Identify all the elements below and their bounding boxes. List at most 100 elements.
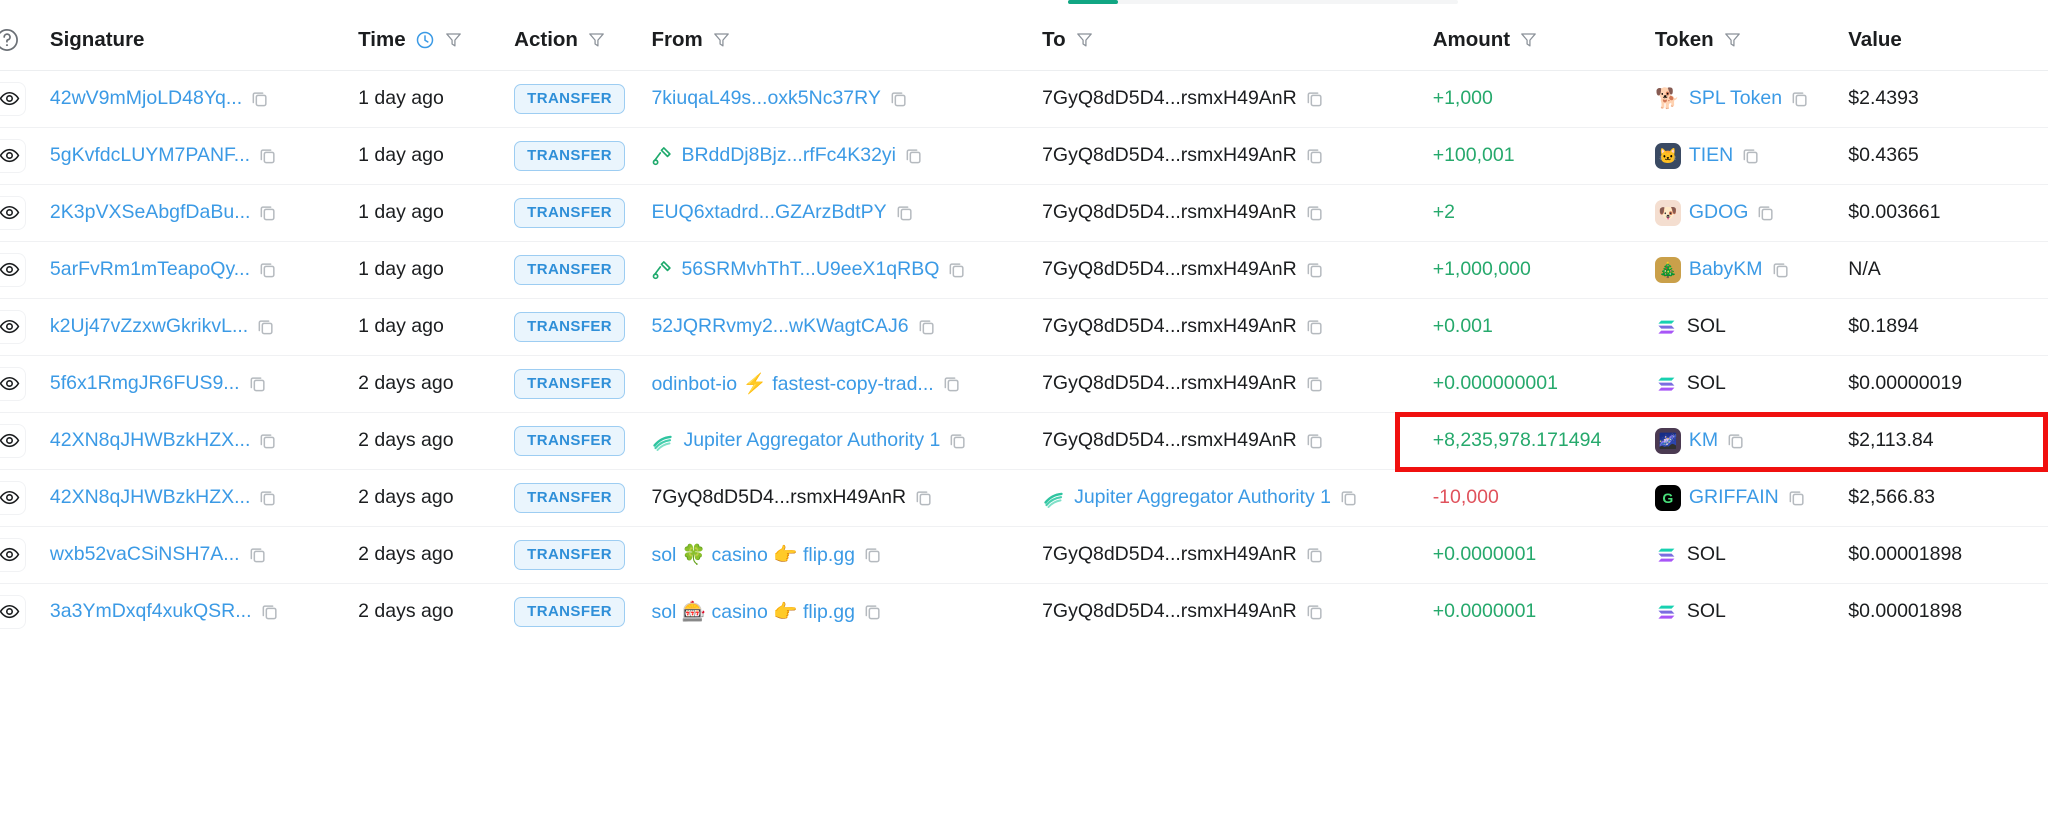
copy-icon[interactable]: [895, 203, 914, 222]
signature-link[interactable]: 3a3YmDxqf4xukQSR...: [50, 600, 252, 623]
eye-icon[interactable]: [0, 537, 26, 572]
signature-link[interactable]: 5f6x1RmgJR6FUS9...: [50, 372, 240, 395]
clock-icon[interactable]: [415, 30, 435, 50]
token-symbol[interactable]: GDOG: [1689, 201, 1749, 224]
copy-icon[interactable]: [947, 260, 966, 279]
action-badge[interactable]: TRANSFER: [514, 596, 626, 627]
eye-icon[interactable]: [0, 195, 26, 230]
copy-icon[interactable]: [258, 146, 277, 165]
address-link[interactable]: EUQ6xtadrd...GZArzBdtPY: [651, 201, 886, 224]
action-badge[interactable]: TRANSFER: [514, 197, 626, 228]
copy-icon[interactable]: [1339, 488, 1358, 507]
header-time[interactable]: Time: [358, 10, 515, 71]
copy-icon[interactable]: [1305, 374, 1324, 393]
copy-icon[interactable]: [258, 488, 277, 507]
address-link[interactable]: Jupiter Aggregator Authority 1: [683, 429, 940, 452]
copy-icon[interactable]: [863, 545, 882, 564]
copy-icon[interactable]: [256, 317, 275, 336]
copy-icon[interactable]: [917, 317, 936, 336]
table-row[interactable]: 42XN8qJHWBzkHZX... 2 days ago TRANSFER 7GyQ…: [0, 469, 2048, 527]
eye-icon[interactable]: [0, 366, 26, 401]
copy-icon[interactable]: [258, 203, 277, 222]
filter-icon[interactable]: [712, 30, 731, 49]
header-token[interactable]: Token: [1654, 10, 1849, 71]
action-badge[interactable]: TRANSFER: [514, 539, 626, 570]
table-row[interactable]: 5arFvRm1mTeapoQy... 1 day ago TRANSFER 56SR…: [0, 241, 2048, 299]
copy-icon[interactable]: [914, 488, 933, 507]
signature-link[interactable]: wxb52vaCSiNSH7A...: [50, 543, 240, 566]
action-badge[interactable]: TRANSFER: [514, 311, 626, 342]
address-link[interactable]: Jupiter Aggregator Authority 1: [1074, 486, 1331, 509]
address-link[interactable]: odinbot-io ⚡ fastest-copy-trad...: [651, 372, 933, 396]
filter-icon[interactable]: [1519, 30, 1538, 49]
header-action[interactable]: Action: [514, 10, 652, 71]
scroll-thumb[interactable]: [1068, 0, 1118, 4]
signature-link[interactable]: 42XN8qJHWBzkHZX...: [50, 486, 250, 509]
copy-icon[interactable]: [1771, 260, 1790, 279]
action-badge[interactable]: TRANSFER: [514, 482, 626, 513]
copy-icon[interactable]: [889, 89, 908, 108]
signature-link[interactable]: 2K3pVXSeAbgfDaBu...: [50, 201, 251, 224]
address-link[interactable]: BRddDj8Bjz...rfFc4K32yi: [681, 144, 896, 167]
filter-icon[interactable]: [444, 30, 463, 49]
table-row[interactable]: 42XN8qJHWBzkHZX... 2 days ago TRANSFER Jupi…: [0, 412, 2048, 470]
copy-icon[interactable]: [1305, 602, 1324, 621]
filter-icon[interactable]: [1723, 30, 1742, 49]
table-row[interactable]: wxb52vaCSiNSH7A... 2 days ago TRANSFER sol …: [0, 526, 2048, 584]
eye-icon[interactable]: [0, 423, 26, 458]
action-badge[interactable]: TRANSFER: [514, 83, 626, 114]
copy-icon[interactable]: [1305, 203, 1324, 222]
signature-link[interactable]: 42wV9mMjoLD48Yq...: [50, 87, 242, 110]
signature-link[interactable]: k2Uj47vZzxwGkrikvL...: [50, 315, 248, 338]
address-link[interactable]: 52JQRRvmy2...wKWagtCAJ6: [651, 315, 908, 338]
copy-icon[interactable]: [260, 602, 279, 621]
copy-icon[interactable]: [1741, 146, 1760, 165]
copy-icon[interactable]: [904, 146, 923, 165]
copy-icon[interactable]: [1726, 431, 1745, 450]
copy-icon[interactable]: [248, 374, 267, 393]
table-row[interactable]: 42wV9mMjoLD48Yq... 1 day ago TRANSFER 7kiuq…: [0, 70, 2048, 128]
header-signature[interactable]: Signature: [49, 10, 359, 71]
copy-icon[interactable]: [863, 602, 882, 621]
copy-icon[interactable]: [258, 260, 277, 279]
filter-icon[interactable]: [1075, 30, 1094, 49]
address-link[interactable]: sol 🎰 casino 👉 flip.gg: [651, 600, 855, 624]
copy-icon[interactable]: [1305, 89, 1324, 108]
eye-icon[interactable]: [0, 480, 26, 515]
copy-icon[interactable]: [1305, 260, 1324, 279]
signature-link[interactable]: 42XN8qJHWBzkHZX...: [50, 429, 250, 452]
header-to[interactable]: To: [1042, 10, 1433, 71]
action-badge[interactable]: TRANSFER: [514, 254, 626, 285]
action-badge[interactable]: TRANSFER: [514, 425, 626, 456]
action-badge[interactable]: TRANSFER: [514, 368, 626, 399]
table-row[interactable]: 5gKvfdcLUYM7PANF... 1 day ago TRANSFER BRdd…: [0, 127, 2048, 185]
token-symbol[interactable]: SPL Token: [1689, 87, 1782, 110]
eye-icon[interactable]: [0, 138, 26, 173]
eye-icon[interactable]: [0, 309, 26, 344]
token-symbol[interactable]: KM: [1689, 429, 1718, 452]
copy-icon[interactable]: [1305, 545, 1324, 564]
address-link[interactable]: sol 🍀 casino 👉 flip.gg: [651, 543, 855, 567]
help-circle-icon[interactable]: [0, 27, 50, 53]
copy-icon[interactable]: [250, 89, 269, 108]
table-row[interactable]: 3a3YmDxqf4xukQSR... 2 days ago TRANSFER sol…: [0, 583, 2048, 640]
token-symbol[interactable]: GRIFFAIN: [1689, 486, 1779, 509]
eye-icon[interactable]: [0, 252, 26, 287]
table-row[interactable]: 2K3pVXSeAbgfDaBu... 1 day ago TRANSFER EUQ6…: [0, 184, 2048, 242]
token-symbol[interactable]: TIEN: [1689, 144, 1733, 167]
copy-icon[interactable]: [258, 431, 277, 450]
copy-icon[interactable]: [1787, 488, 1806, 507]
table-row[interactable]: k2Uj47vZzxwGkrikvL... 1 day ago TRANSFER 52…: [0, 298, 2048, 356]
copy-icon[interactable]: [1305, 317, 1324, 336]
copy-icon[interactable]: [1790, 89, 1809, 108]
header-value[interactable]: Value: [1848, 10, 2048, 71]
copy-icon[interactable]: [248, 545, 267, 564]
header-from[interactable]: From: [651, 10, 1043, 71]
header-amount[interactable]: Amount: [1432, 10, 1655, 71]
token-symbol[interactable]: BabyKM: [1689, 258, 1763, 281]
signature-link[interactable]: 5arFvRm1mTeapoQy...: [50, 258, 250, 281]
table-row[interactable]: 5f6x1RmgJR6FUS9... 2 days ago TRANSFER odin…: [0, 355, 2048, 413]
eye-icon[interactable]: [0, 81, 26, 116]
filter-icon[interactable]: [587, 30, 606, 49]
action-badge[interactable]: TRANSFER: [514, 140, 626, 171]
